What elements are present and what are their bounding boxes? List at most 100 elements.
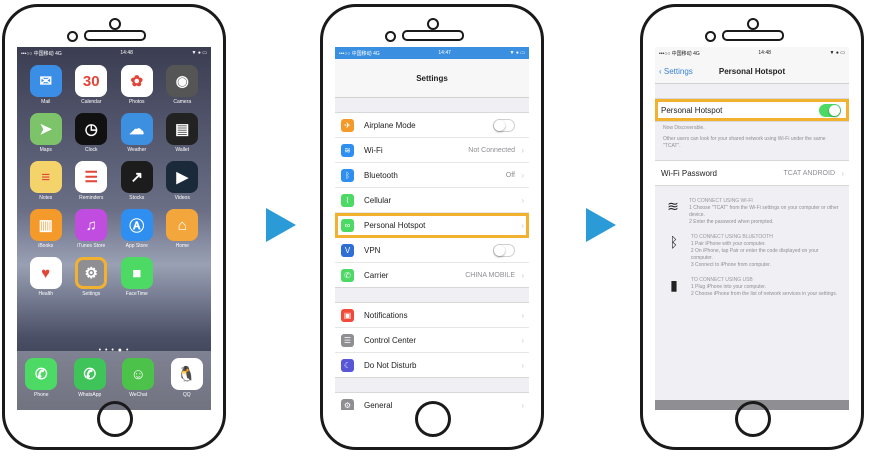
usb-step-2: 2 Choose iPhone from the list of network… <box>691 291 838 297</box>
toggle-switch[interactable] <box>493 243 515 257</box>
settings-row-bluetooth[interactable]: ᛒ Bluetooth Off › <box>335 163 529 188</box>
clock-icon: ◷ <box>75 113 108 145</box>
status-bar: •••○○ 中国移动 4G 14:47 ▼ ● ▭ <box>335 47 529 59</box>
app-clock[interactable]: ◷ Clock <box>69 113 115 155</box>
app-label: Wallet <box>175 147 190 153</box>
app-whatsapp[interactable]: ✆ WhatsApp <box>66 358 115 400</box>
app-wallet[interactable]: ▤ Wallet <box>160 113 206 155</box>
chevron-right-icon: › <box>521 400 524 410</box>
app-camera[interactable]: ◉ Camera <box>160 65 206 107</box>
settings-nav-bar: Settings <box>335 59 529 98</box>
app-maps[interactable]: ➤ Maps <box>23 113 69 155</box>
earpiece-speaker <box>84 30 146 41</box>
wechat-icon: ☺ <box>122 358 155 390</box>
app-label: Stocks <box>129 195 145 201</box>
weather-icon: ☁ <box>120 113 153 145</box>
app-facetime[interactable]: ■ FaceTime <box>114 257 160 299</box>
settings-row-cellular[interactable]: ⌇ Cellular › <box>335 188 529 213</box>
settings-row-label: Personal Hotspot <box>364 220 426 230</box>
settings-row-wi-fi[interactable]: ≋ Wi-Fi Not Connected › <box>335 138 529 163</box>
app-mail[interactable]: ✉ Mail <box>23 65 69 107</box>
airplane-icon: ✈ <box>341 118 354 132</box>
app-calendar[interactable]: 30 Calendar <box>69 65 115 107</box>
mail-icon: ✉ <box>29 65 62 97</box>
control-center-icon: ☰ <box>341 333 354 347</box>
settings-row-vpn[interactable]: V VPN <box>335 238 529 263</box>
app-home[interactable]: ⌂ Home <box>160 209 206 251</box>
bluetooth-icon: ᛒ <box>669 234 679 250</box>
facetime-icon: ■ <box>120 257 153 289</box>
app-app-store[interactable]: Ⓐ App Store <box>114 209 160 251</box>
settings-row-value: Not Connected <box>468 146 515 154</box>
app-phone[interactable]: ✆ Phone <box>17 358 66 400</box>
app-reminders[interactable]: ☰ Reminders <box>69 161 115 203</box>
chevron-right-icon: › <box>521 270 524 280</box>
settings-row-notifications[interactable]: ▣ Notifications › <box>335 303 529 328</box>
status-carrier: •••○○ 中国移动 4G <box>339 50 380 57</box>
app-label: FaceTime <box>125 291 148 297</box>
personal-hotspot-toggle[interactable] <box>819 103 841 117</box>
do-not-disturb-icon: ☾ <box>341 358 354 372</box>
bluetooth-icon: ᛒ <box>341 168 354 182</box>
app-label: Clock <box>84 147 98 153</box>
home-app-icon: ⌂ <box>166 209 199 241</box>
app-label: Notes <box>39 195 53 201</box>
app-wechat[interactable]: ☺ WeChat <box>114 358 163 400</box>
app-label: Mail <box>41 99 51 105</box>
photos-icon: ✿ <box>120 65 153 97</box>
earpiece-speaker <box>722 30 784 41</box>
app-label: Maps <box>39 147 52 153</box>
personal-hotspot-label: Personal Hotspot <box>661 105 723 115</box>
settings-row-do-not-disturb[interactable]: ☾ Do Not Disturb › <box>335 353 529 377</box>
connectivity-group: ✈ Airplane Mode ≋ Wi-Fi Not Connected › ᛒ Bluet… <box>335 112 529 288</box>
personal-hotspot-row[interactable]: Personal Hotspot <box>655 99 849 121</box>
home-button[interactable] <box>97 401 133 437</box>
app-grid: ✉ Mail 30 Calendar ✿ Photos ◉ Camera ➤ Maps ◷ Clock… <box>23 65 205 299</box>
settings-row-value: CHINA MOBILE <box>465 271 515 279</box>
settings-row-airplane-mode[interactable]: ✈ Airplane Mode <box>335 113 529 138</box>
wifi-password-row[interactable]: Wi-Fi Password TCAT ANDROID › <box>655 161 849 185</box>
notes-icon: ≡ <box>29 161 62 193</box>
settings-row-carrier[interactable]: ✆ Carrier CHINA MOBILE › <box>335 263 529 287</box>
status-carrier: •••○○ 中国移动 4G <box>659 50 700 57</box>
home-button[interactable] <box>735 401 771 437</box>
app-health[interactable]: ♥ Health <box>23 257 69 299</box>
next-step-arrow <box>586 208 616 242</box>
bluetooth-step-1: 1 Pair iPhone with your computer. <box>690 241 766 247</box>
home-button[interactable] <box>415 401 451 437</box>
app-itunes-store[interactable]: ♫ iTunes Store <box>69 209 115 251</box>
app-ibooks[interactable]: ▥ iBooks <box>23 209 69 251</box>
settings-row-control-center[interactable]: ☰ Control Center › <box>335 328 529 353</box>
app-qq[interactable]: 🐧 QQ <box>163 358 212 400</box>
usb-step-1: 1 Plug iPhone into your computer. <box>691 284 767 290</box>
back-button[interactable]: ‹ Settings <box>659 67 693 76</box>
app-settings[interactable]: ⚙ Settings <box>69 257 115 299</box>
app-photos[interactable]: ✿ Photos <box>114 65 160 107</box>
app-stocks[interactable]: ↗ Stocks <box>114 161 160 203</box>
app-notes[interactable]: ≡ Notes <box>23 161 69 203</box>
settings-row-label: General <box>364 400 393 410</box>
bluetooth-instructions: ᛒ TO CONNECT USING BLUETOOTH 1 Pair iPho… <box>655 230 849 273</box>
status-bar: •••○○ 中国移动 4G 14:48 ▼ ● ▭ <box>17 47 211 59</box>
settings-icon: ⚙ <box>75 257 108 289</box>
discoverable-text: Now Discoverable. <box>663 125 705 131</box>
usb-instructions: ▮ TO CONNECT USING USB 1 Plug iPhone int… <box>655 273 849 302</box>
settings-row-personal-hotspot[interactable]: ∞ Personal Hotspot › <box>335 213 529 238</box>
bluetooth-step-2: 2 On iPhone, tap Pair or enter the code … <box>690 248 819 261</box>
calendar-icon: 30 <box>75 65 108 97</box>
status-battery: ▼ ● ▭ <box>191 50 207 56</box>
phone-frame-hotspot: •••○○ 中国移动 4G 14:48 ▼ ● ▭ ‹ Settings Per… <box>640 4 864 450</box>
chevron-right-icon: › <box>521 335 524 345</box>
toggle-switch[interactable] <box>493 118 515 132</box>
status-bar: •••○○ 中国移动 4G 14:48 ▼ ● ▭ <box>655 47 849 59</box>
app-weather[interactable]: ☁ Weather <box>114 113 160 155</box>
settings-row-label: Airplane Mode <box>364 120 416 130</box>
app-label: Phone <box>34 392 49 398</box>
chevron-right-icon: › <box>521 195 524 205</box>
health-icon: ♥ <box>29 257 62 289</box>
status-time: 14:48 <box>758 50 771 56</box>
maps-icon: ➤ <box>29 113 62 145</box>
sensor-dot <box>67 31 78 42</box>
app-videos[interactable]: ▶ Videos <box>160 161 206 203</box>
app-label: Reminders <box>79 195 104 201</box>
